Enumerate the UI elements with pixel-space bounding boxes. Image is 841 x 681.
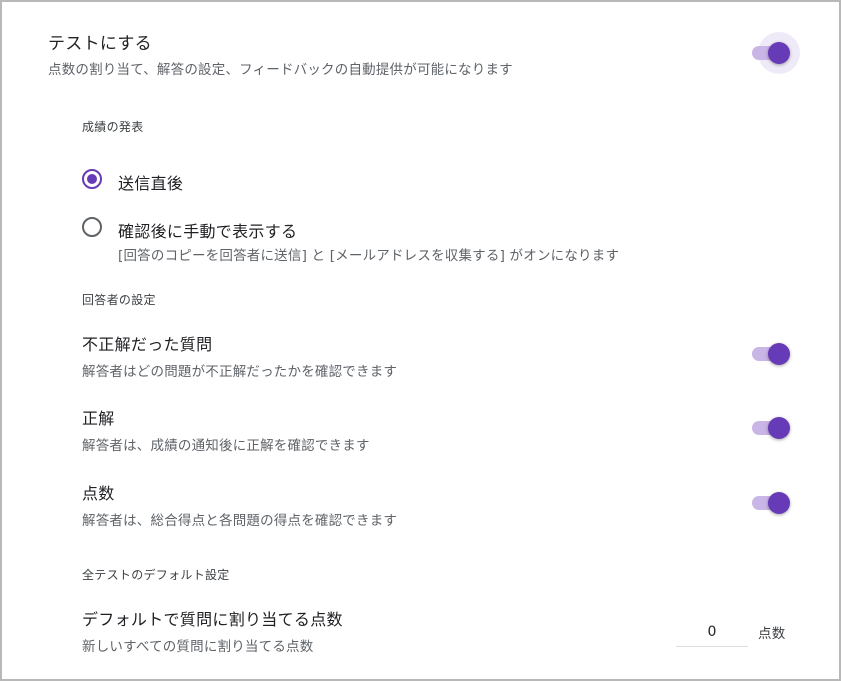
release-immediately-radio[interactable] <box>82 169 102 189</box>
quiz-mode-description: 点数の割り当て、解答の設定、フィードバックの自動提供が可能になります <box>48 62 513 78</box>
toggle-thumb <box>768 42 790 64</box>
release-manually-radio[interactable] <box>82 217 102 237</box>
point-values-description: 解答者は、総合得点と各問題の得点を確認できます <box>82 513 398 529</box>
quiz-settings-panel: テストにする 点数の割り当て、解答の設定、フィードバックの自動提供が可能になりま… <box>0 0 841 681</box>
missed-questions-description: 解答者はどの問題が不正解だったかを確認できます <box>82 364 398 380</box>
correct-answers-toggle[interactable] <box>748 416 792 440</box>
toggle-thumb <box>768 492 790 514</box>
missed-questions-toggle[interactable] <box>748 342 792 366</box>
release-manually-label[interactable]: 確認後に手動で表示する <box>118 218 297 242</box>
respondent-settings-section-label: 回答者の設定 <box>82 293 156 307</box>
default-points-description: 新しいすべての質問に割り当てる点数 <box>82 639 314 655</box>
default-points-unit: 点数 <box>758 626 786 642</box>
correct-answers-title: 正解 <box>82 409 115 428</box>
release-immediately-label[interactable]: 送信直後 <box>118 170 183 194</box>
quiz-mode-toggle[interactable] <box>748 32 800 74</box>
default-points-input[interactable] <box>676 618 748 647</box>
point-values-title: 点数 <box>82 484 115 503</box>
toggle-thumb <box>768 343 790 365</box>
correct-answers-description: 解答者は、成績の通知後に正解を確認できます <box>82 438 370 454</box>
quiz-mode-title: テストにする <box>48 34 152 54</box>
default-points-title: デフォルトで質問に割り当てる点数 <box>82 610 343 629</box>
toggle-thumb <box>768 417 790 439</box>
release-grade-section-label: 成績の発表 <box>82 120 144 134</box>
release-manually-note: [回答のコピーを回答者に送信] と [メールアドレスを収集する] がオンになりま… <box>118 248 620 264</box>
quiz-defaults-section-label: 全テストのデフォルト設定 <box>82 568 230 582</box>
point-values-toggle[interactable] <box>748 491 792 515</box>
missed-questions-title: 不正解だった質問 <box>82 335 213 354</box>
